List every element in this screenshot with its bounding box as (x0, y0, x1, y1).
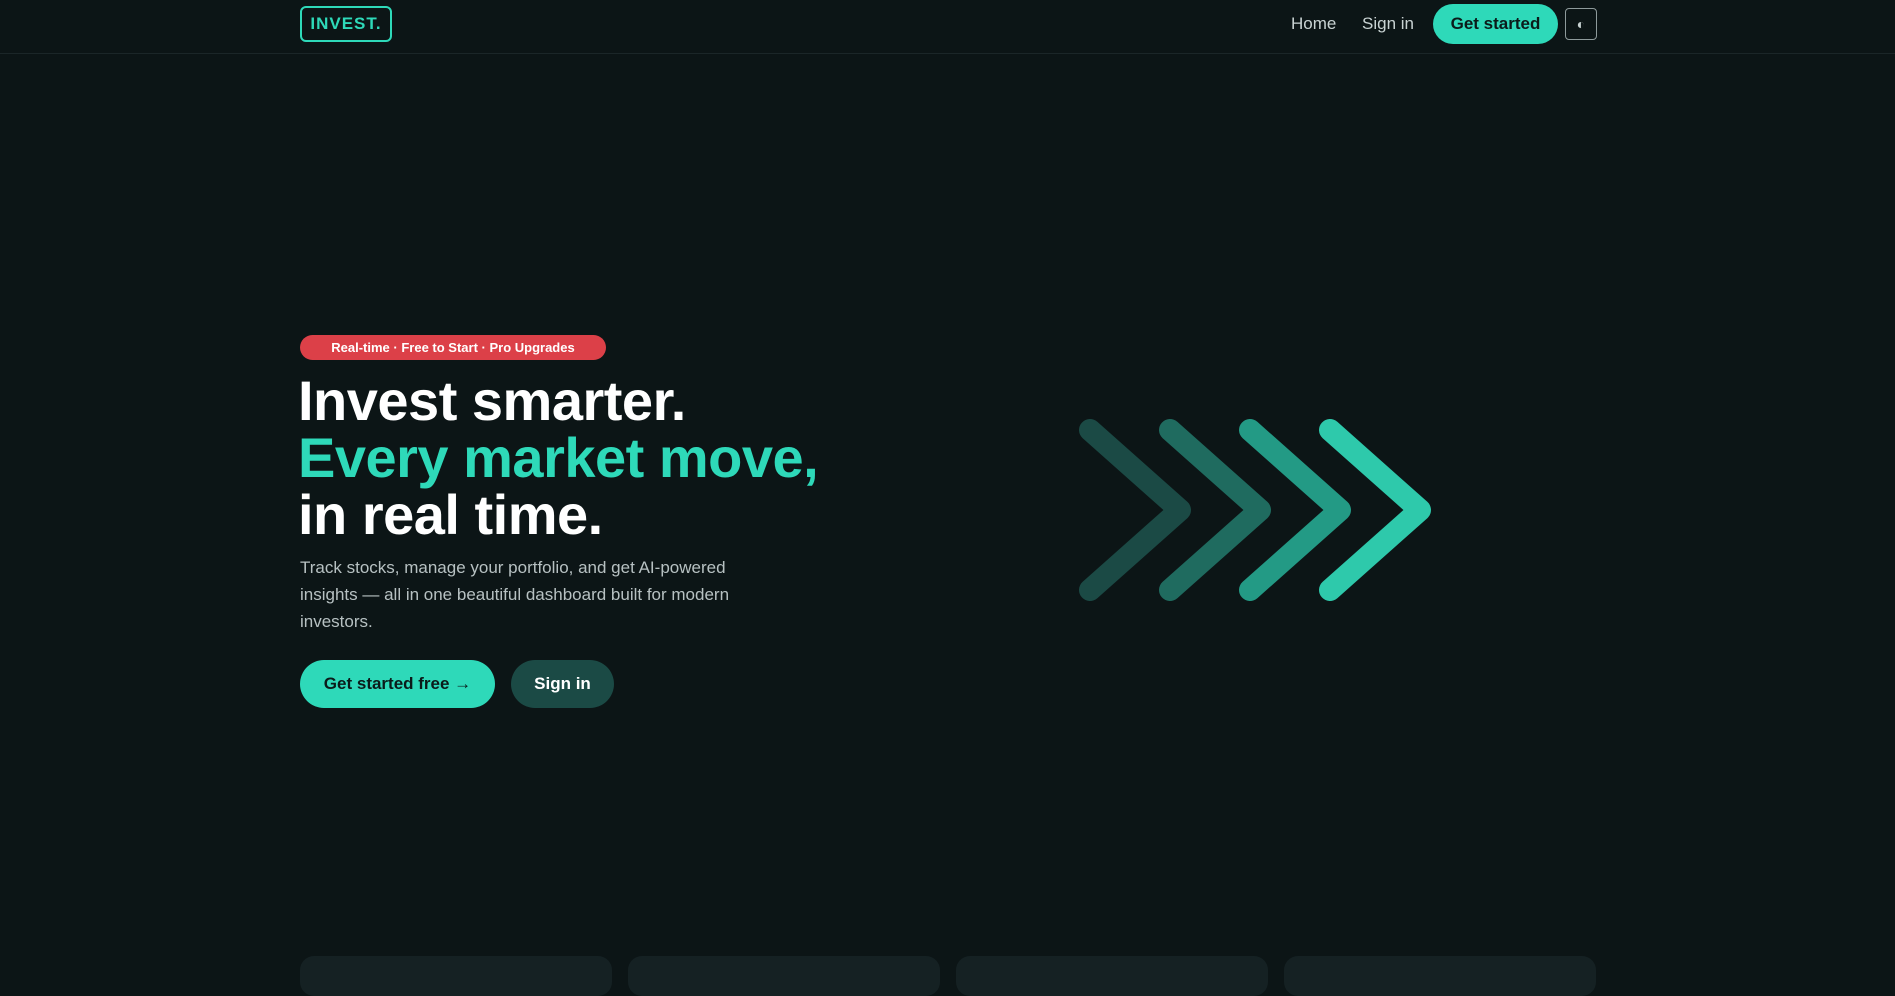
get-started-free-button[interactable]: Get started free → (300, 660, 495, 708)
headline-line-3: in real time. (298, 483, 603, 546)
theme-toggle-button[interactable]: ◐ (1565, 8, 1597, 40)
hero-description: Track stocks, manage your portfolio, and… (300, 558, 730, 631)
headline-line-1: Invest smarter. (298, 369, 686, 432)
headline-line-2: Every market move, (298, 426, 819, 489)
get-started-button[interactable]: Get started (1433, 4, 1558, 44)
feature-card (300, 956, 612, 996)
feature-card (628, 956, 940, 996)
chevron-1 (1079, 419, 1191, 601)
hero-headline: Invest smarter. Every market move, in re… (298, 372, 898, 543)
logo[interactable]: INVEST. (300, 6, 392, 42)
feature-card (956, 956, 1268, 996)
chevrons-right-icon (1079, 419, 1431, 601)
contrast-icon: ◐ (1576, 16, 1586, 32)
feature-badge: Real-time · Free to Start · Pro Upgrades (300, 335, 606, 360)
hero-sign-in-button[interactable]: Sign in (511, 660, 614, 708)
nav-home-link[interactable]: Home (1291, 4, 1336, 44)
top-navigation-bar: INVEST. Home Sign in Get started ◐ (0, 0, 1895, 54)
feature-card (1284, 956, 1596, 996)
nav-sign-in-link[interactable]: Sign in (1362, 4, 1414, 44)
